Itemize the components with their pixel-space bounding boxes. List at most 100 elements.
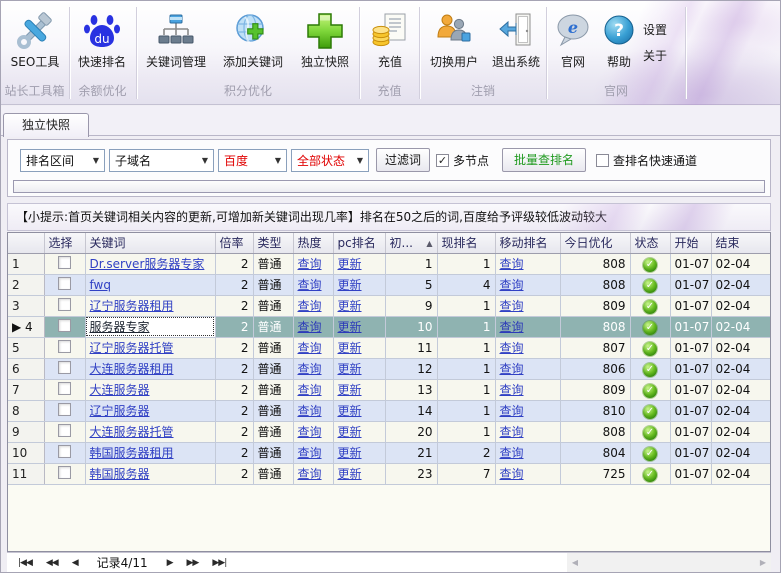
row-checkbox[interactable] [58, 466, 71, 479]
table-row[interactable]: 11韩国服务器2普通查询更新237查询725✓01-0702-04 [8, 463, 770, 484]
mobile-query-link[interactable]: 查询 [500, 341, 524, 355]
col-mobile-rank[interactable]: 移动排名 [495, 233, 560, 253]
nav-next-button[interactable]: ▶ [160, 558, 180, 568]
status-dropdown[interactable]: 全部状态 ▼ [291, 149, 369, 172]
fast-rank-button[interactable]: du 快速排名 [71, 9, 133, 79]
table-row[interactable]: ▶ 4服务器专家2普通查询更新101查询808✓01-0702-04 [8, 316, 770, 337]
row-checkbox[interactable] [58, 277, 71, 290]
mobile-query-link[interactable]: 查询 [500, 257, 524, 271]
table-row[interactable]: 2fwq2普通查询更新54查询808✓01-0702-04 [8, 274, 770, 295]
row-checkbox[interactable] [58, 340, 71, 353]
keyword-link[interactable]: 服务器专家 [90, 320, 150, 334]
horizontal-scrollbar[interactable]: ◀ ▶ [567, 553, 771, 572]
row-checkbox[interactable] [58, 445, 71, 458]
batch-rank-button[interactable]: 批量查排名 [502, 148, 586, 172]
col-current-rank[interactable]: 现排名 [437, 233, 495, 253]
col-start[interactable]: 开始 [670, 233, 711, 253]
filter-word-button[interactable]: 过滤词 [376, 148, 430, 172]
col-init-rank[interactable]: 初... ▲ [385, 233, 437, 253]
mobile-query-link[interactable]: 查询 [500, 320, 524, 334]
col-end[interactable]: 结束 [711, 233, 770, 253]
pc-update-link[interactable]: 更新 [338, 446, 362, 460]
table-row[interactable]: 9大连服务器托管2普通查询更新201查询808✓01-0702-04 [8, 421, 770, 442]
nav-last-button[interactable]: ▶▶| [205, 558, 233, 568]
mobile-query-link[interactable]: 查询 [500, 278, 524, 292]
col-rate[interactable]: 倍率 [215, 233, 253, 253]
official-site-button[interactable]: e 官网 [550, 9, 596, 79]
nav-prev-button[interactable]: ◀ [65, 558, 85, 568]
pc-update-link[interactable]: 更新 [338, 320, 362, 334]
pc-update-link[interactable]: 更新 [338, 362, 362, 376]
mobile-query-link[interactable]: 查询 [500, 446, 524, 460]
hot-query-link[interactable]: 查询 [298, 383, 322, 397]
row-checkbox[interactable] [58, 298, 71, 311]
keyword-link[interactable]: Dr.server服务器专家 [90, 257, 205, 271]
hot-query-link[interactable]: 查询 [298, 446, 322, 460]
col-status[interactable]: 状态 [630, 233, 670, 253]
hot-query-link[interactable]: 查询 [298, 299, 322, 313]
col-type[interactable]: 类型 [253, 233, 293, 253]
col-hot[interactable]: 热度 [293, 233, 333, 253]
keyword-manage-button[interactable]: 关键词管理 [139, 9, 213, 79]
keyword-link[interactable]: 韩国服务器租用 [90, 446, 174, 460]
pc-update-link[interactable]: 更新 [338, 341, 362, 355]
table-row[interactable]: 7大连服务器2普通查询更新131查询809✓01-0702-04 [8, 379, 770, 400]
keyword-link[interactable]: 辽宁服务器租用 [90, 299, 174, 313]
table-row[interactable]: 8辽宁服务器2普通查询更新141查询810✓01-0702-04 [8, 400, 770, 421]
scroll-left-icon[interactable]: ◀ [567, 553, 583, 572]
pc-update-link[interactable]: 更新 [338, 299, 362, 313]
about-button[interactable]: 关于 [643, 47, 687, 65]
subdomain-dropdown[interactable]: 子域名 ▼ [109, 149, 214, 172]
help-button[interactable]: ? 帮助 [599, 9, 639, 79]
col-keyword[interactable]: 关键词 [85, 233, 215, 253]
hot-query-link[interactable]: 查询 [298, 467, 322, 481]
scroll-right-icon[interactable]: ▶ [755, 553, 771, 572]
hot-query-link[interactable]: 查询 [298, 341, 322, 355]
table-row[interactable]: 1Dr.server服务器专家2普通查询更新11查询808✓01-0702-04 [8, 253, 770, 274]
add-keyword-button[interactable]: 添加关键词 [215, 9, 291, 79]
keyword-link[interactable]: 辽宁服务器 [90, 404, 150, 418]
mobile-query-link[interactable]: 查询 [500, 404, 524, 418]
row-checkbox[interactable] [58, 424, 71, 437]
col-select[interactable]: 选择 [44, 233, 85, 253]
settings-button[interactable]: 设置 [643, 21, 687, 39]
col-pc-rank[interactable]: pc排名 [333, 233, 385, 253]
fast-channel-checkbox[interactable]: 查排名快速通道 [596, 152, 697, 169]
keyword-link[interactable]: 大连服务器 [90, 383, 150, 397]
col-today-opt[interactable]: 今日优化 [560, 233, 630, 253]
mobile-query-link[interactable]: 查询 [500, 467, 524, 481]
keyword-link[interactable]: fwq [90, 278, 111, 292]
mobile-query-link[interactable]: 查询 [500, 299, 524, 313]
recharge-button[interactable]: 充值 [362, 9, 418, 79]
row-checkbox[interactable] [58, 382, 71, 395]
row-checkbox[interactable] [58, 403, 71, 416]
mobile-query-link[interactable]: 查询 [500, 425, 524, 439]
pc-update-link[interactable]: 更新 [338, 278, 362, 292]
mobile-query-link[interactable]: 查询 [500, 362, 524, 376]
hot-query-link[interactable]: 查询 [298, 278, 322, 292]
pc-update-link[interactable]: 更新 [338, 383, 362, 397]
keyword-link[interactable]: 大连服务器托管 [90, 425, 174, 439]
pc-update-link[interactable]: 更新 [338, 467, 362, 481]
nav-next-page-button[interactable]: ▶▶ [180, 558, 206, 568]
rank-range-dropdown[interactable]: 排名区间 ▼ [20, 149, 105, 172]
pc-update-link[interactable]: 更新 [338, 425, 362, 439]
table-row[interactable]: 6大连服务器租用2普通查询更新121查询806✓01-0702-04 [8, 358, 770, 379]
seo-tools-button[interactable]: SEO工具 [3, 9, 67, 79]
nav-first-button[interactable]: |◀◀ [11, 558, 39, 568]
nav-prev-page-button[interactable]: ◀◀ [39, 558, 65, 568]
table-row[interactable]: 10韩国服务器租用2普通查询更新212查询804✓01-0702-04 [8, 442, 770, 463]
keyword-link[interactable]: 大连服务器租用 [90, 362, 174, 376]
exit-system-button[interactable]: 退出系统 [487, 9, 545, 79]
hot-query-link[interactable]: 查询 [298, 362, 322, 376]
search-engine-dropdown[interactable]: 百度 ▼ [218, 149, 287, 172]
tab-standalone-snapshot[interactable]: 独立快照 [3, 113, 89, 137]
mobile-query-link[interactable]: 查询 [500, 383, 524, 397]
row-checkbox[interactable] [58, 256, 71, 269]
row-checkbox[interactable] [58, 319, 71, 332]
table-row[interactable]: 5辽宁服务器托管2普通查询更新111查询807✓01-0702-04 [8, 337, 770, 358]
hot-query-link[interactable]: 查询 [298, 425, 322, 439]
standalone-snapshot-button[interactable]: 独立快照 [292, 9, 358, 79]
keyword-link[interactable]: 韩国服务器 [90, 467, 150, 481]
switch-user-button[interactable]: 切换用户 [422, 9, 486, 79]
